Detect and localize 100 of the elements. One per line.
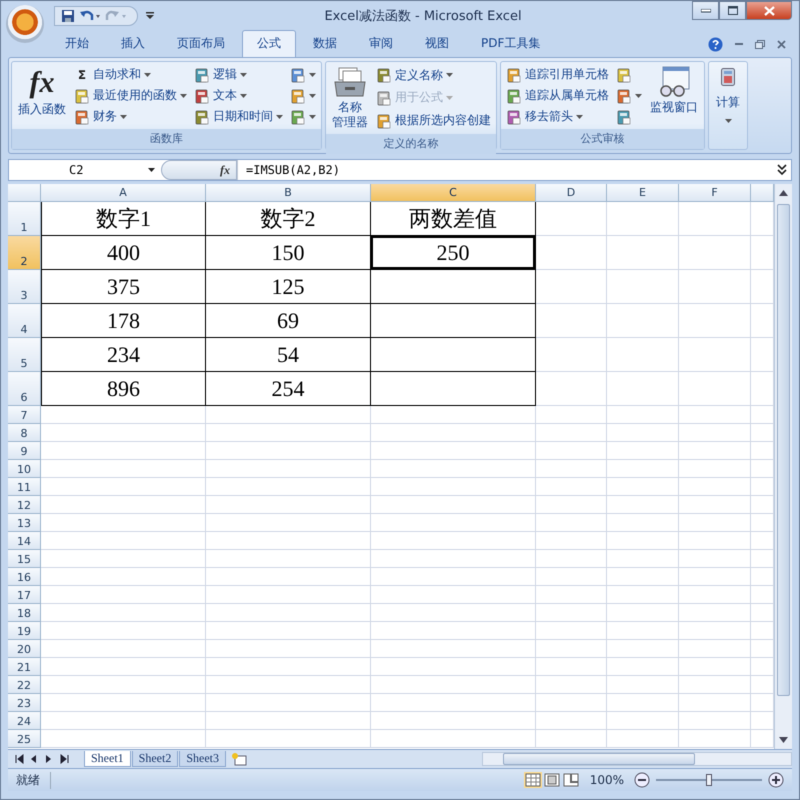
row-header[interactable]: 25 <box>8 730 41 748</box>
table-cell <box>607 694 679 712</box>
row-header[interactable]: 19 <box>8 622 41 640</box>
ribbon-button[interactable]: 根据所选内容创建 <box>374 111 493 130</box>
row-header[interactable]: 9 <box>8 442 41 460</box>
page-layout-icon[interactable] <box>542 772 561 788</box>
row-header[interactable]: 17 <box>8 586 41 604</box>
save-icon[interactable] <box>61 9 75 23</box>
row-header[interactable]: 11 <box>8 478 41 496</box>
sheet-tab[interactable]: Sheet3 <box>179 751 226 767</box>
table-cell <box>536 338 607 372</box>
ribbon-button[interactable]: Σ 自动求和 <box>72 65 189 84</box>
scroll-down-icon[interactable] <box>779 737 788 743</box>
ribbon-tab[interactable]: 开始 <box>50 30 104 57</box>
row-header[interactable]: 3 <box>8 270 41 304</box>
large-ribbon-button[interactable]: fx 插入函数 <box>15 64 69 127</box>
table-cell <box>679 442 751 460</box>
ribbon-button[interactable]: 移去箭头 <box>504 107 611 126</box>
ribbon-tab[interactable]: 数据 <box>298 30 352 57</box>
ribbon-button[interactable]: 日期和时间 <box>192 107 285 126</box>
caret-icon <box>120 114 127 118</box>
column-header[interactable]: D <box>536 184 607 202</box>
table-cell <box>679 586 751 604</box>
scrollbar-thumb[interactable] <box>777 204 790 696</box>
ribbon-button[interactable]: 文本 <box>192 86 285 105</box>
page-break-icon[interactable] <box>562 772 580 788</box>
row-header[interactable]: 8 <box>8 424 41 442</box>
formula-field[interactable]: =IMSUB(A2,B2) <box>237 160 773 180</box>
table-cell <box>536 712 607 730</box>
row-header[interactable]: 22 <box>8 676 41 694</box>
close-icon <box>764 6 774 16</box>
ribbon-button[interactable]: 追踪从属单元格 <box>504 86 611 105</box>
calculation-group-button[interactable]: 计算 <box>708 61 748 150</box>
row-header[interactable]: 20 <box>8 640 41 658</box>
row-header[interactable]: 5 <box>8 338 41 372</box>
horizontal-scrollbar[interactable] <box>482 752 792 766</box>
row-header[interactable]: 23 <box>8 694 41 712</box>
table-cell <box>536 202 607 236</box>
column-header[interactable]: C <box>371 184 536 202</box>
ribbon-tab[interactable]: PDF工具集 <box>466 30 556 57</box>
close-button[interactable] <box>746 1 792 20</box>
row-header[interactable]: 4 <box>8 304 41 338</box>
help-icon[interactable] <box>708 36 723 52</box>
ribbon-tab[interactable]: 视图 <box>410 30 464 57</box>
row-header[interactable]: 6 <box>8 372 41 406</box>
column-header[interactable]: E <box>607 184 679 202</box>
zoom-in-icon[interactable] <box>768 772 784 788</box>
office-orb-icon[interactable] <box>6 5 44 43</box>
table-cell <box>679 478 751 496</box>
table-cell <box>679 730 751 748</box>
large-ribbon-button[interactable]: 监视窗口 <box>647 64 701 127</box>
table-cell <box>607 406 679 424</box>
zoom-level[interactable]: 100% <box>586 773 628 787</box>
table-cell <box>607 236 679 270</box>
sheet-tab[interactable]: Sheet2 <box>132 751 178 767</box>
row-header[interactable]: 13 <box>8 514 41 532</box>
column-header[interactable]: F <box>679 184 751 202</box>
restore-icon[interactable] <box>755 40 765 48</box>
table-cell <box>536 442 607 460</box>
row-header[interactable]: 1 <box>8 202 41 236</box>
row-header[interactable]: 7 <box>8 406 41 424</box>
scroll-up-icon[interactable] <box>779 190 788 196</box>
row-header[interactable]: 18 <box>8 604 41 622</box>
customize-caret-icon[interactable] <box>146 12 154 20</box>
column-header[interactable]: B <box>206 184 371 202</box>
row-header[interactable]: 14 <box>8 532 41 550</box>
ribbon-button[interactable]: 逻辑 <box>192 65 285 84</box>
ribbon-button[interactable]: 追踪引用单元格 <box>504 65 611 84</box>
ribbon-tab[interactable]: 页面布局 <box>162 30 240 57</box>
insert-function-button[interactable]: fx <box>161 160 237 180</box>
ribbon-tab[interactable]: 审阅 <box>354 30 408 57</box>
ribbon-tab[interactable]: 公式 <box>242 30 296 57</box>
vertical-scrollbar[interactable] <box>774 184 792 749</box>
zoom-out-icon[interactable] <box>634 772 650 788</box>
maximize-button[interactable] <box>719 1 746 20</box>
row-header[interactable]: 12 <box>8 496 41 514</box>
close-icon[interactable] <box>777 40 786 48</box>
minimize-button[interactable] <box>692 1 719 20</box>
row-header[interactable]: 10 <box>8 460 41 478</box>
row-header[interactable]: 21 <box>8 658 41 676</box>
table-cell <box>536 496 607 514</box>
caret-icon <box>144 72 151 76</box>
table-cell <box>679 532 751 550</box>
table-cell <box>607 730 679 748</box>
row-header[interactable]: 24 <box>8 712 41 730</box>
ribbon-button[interactable]: 最近使用的函数 <box>72 86 189 105</box>
column-header[interactable]: A <box>41 184 206 202</box>
undo-icon[interactable] <box>79 9 101 23</box>
sheet-tab[interactable]: Sheet1 <box>84 751 131 767</box>
row-header[interactable]: 15 <box>8 550 41 568</box>
ribbon-button[interactable]: 财务 <box>72 107 189 126</box>
row-header[interactable]: 2 <box>8 236 41 270</box>
expand-icon[interactable] <box>776 163 788 177</box>
new-sheet-icon[interactable] <box>231 752 248 766</box>
row-header[interactable]: 16 <box>8 568 41 586</box>
large-ribbon-button[interactable]: 名称 管理器 <box>329 64 371 132</box>
normal-view-icon[interactable] <box>524 772 542 788</box>
ribbon-button[interactable]: 定义名称 <box>374 66 493 85</box>
ribbon-tab[interactable]: 插入 <box>106 30 160 57</box>
name-box[interactable]: C2 <box>9 160 161 180</box>
